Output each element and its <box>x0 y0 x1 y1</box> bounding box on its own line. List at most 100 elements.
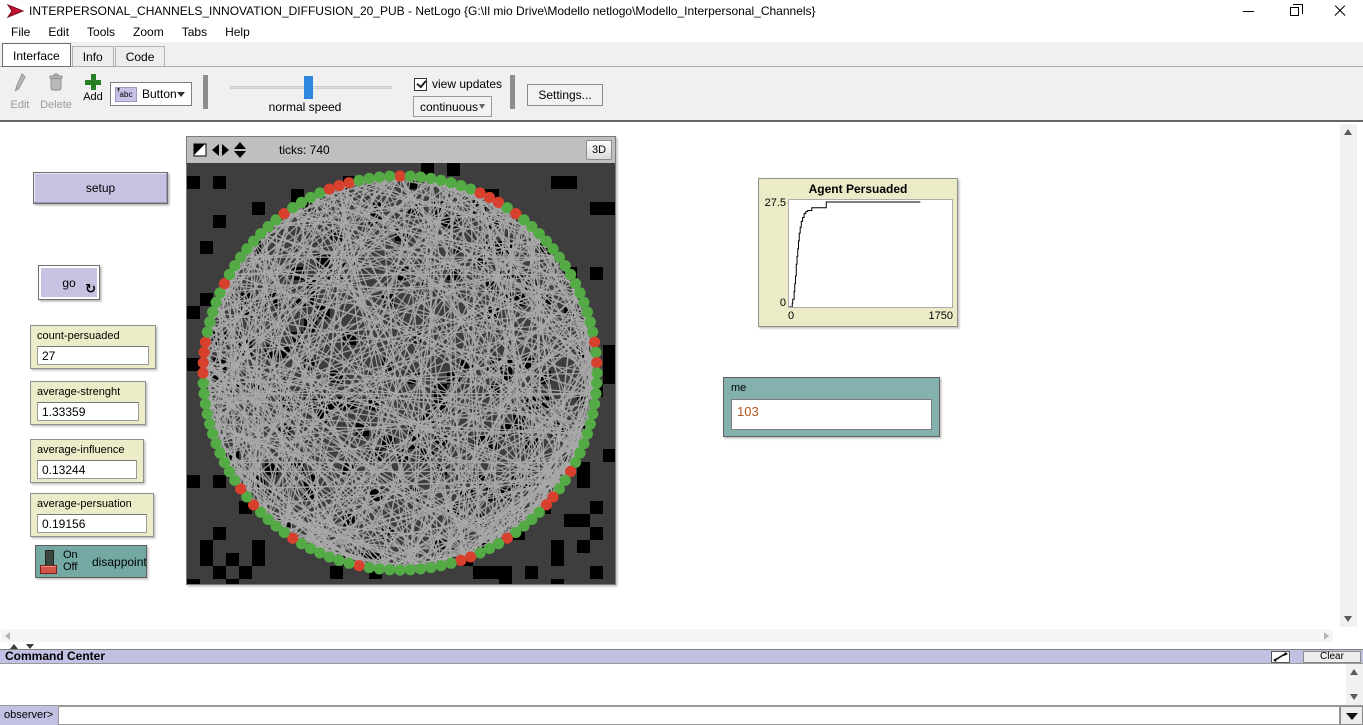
command-center-header: Command Center Clear <box>0 649 1363 664</box>
world-canvas[interactable] <box>187 163 615 584</box>
switch-on-label: On <box>63 549 78 561</box>
world-view-header: ticks: 740 3D <box>187 137 615 163</box>
forever-icon: ↻ <box>85 282 96 297</box>
switch-disappoint[interactable]: On Off disappoint <box>35 545 147 578</box>
scroll-left-icon[interactable] <box>5 632 10 640</box>
update-mode-value: continuous <box>420 100 478 114</box>
tab-code[interactable]: Code <box>115 46 166 66</box>
minimize-button[interactable] <box>1225 0 1271 22</box>
monitor-count-persuaded: count-persuaded 27 <box>30 325 156 369</box>
toolbar-separator <box>510 75 515 109</box>
scroll-down-icon[interactable] <box>1350 694 1358 700</box>
menu-edit[interactable]: Edit <box>39 23 78 41</box>
command-scrollbar[interactable] <box>1346 664 1363 705</box>
trash-icon <box>48 72 64 96</box>
plot-ymax-label: 27.5 <box>760 197 786 209</box>
monitor-label: average-strenght <box>37 386 145 398</box>
plot-ymin-label: 0 <box>760 297 786 309</box>
command-input[interactable] <box>59 706 1340 725</box>
plot-xmin-label: 0 <box>788 310 794 322</box>
edit-widget-button[interactable]: Edit <box>6 72 34 111</box>
plot-xmax-label: 1750 <box>899 310 953 322</box>
tab-bar: Interface Info Code <box>0 42 1363 67</box>
monitor-value: 0.13244 <box>37 460 137 479</box>
netlogo-window: INTERPERSONAL_CHANNELS_INNOVATION_DIFFUS… <box>0 0 1363 725</box>
close-icon <box>1334 5 1346 17</box>
resize-diagonal-icon[interactable] <box>193 143 207 157</box>
widget-type-value: Button <box>142 87 177 101</box>
scroll-right-icon[interactable] <box>1324 632 1329 640</box>
button-widget-icon: abc <box>115 87 137 102</box>
setup-button-label: setup <box>86 181 115 195</box>
interface-area: setup go ↻ count-persuaded 27 average-st… <box>0 122 1363 644</box>
input-label: me <box>731 382 939 394</box>
scroll-up-icon[interactable] <box>1350 669 1358 675</box>
view-3d-button[interactable]: 3D <box>586 140 612 160</box>
horizontal-scrollbar[interactable] <box>1 629 1333 642</box>
plot-agent-persuaded: Agent Persuaded 27.5 0 0 1750 <box>758 178 958 327</box>
command-center-title: Command Center <box>5 649 105 663</box>
add-widget-button[interactable]: Add <box>78 72 108 103</box>
plus-icon <box>85 74 101 90</box>
go-button-label: go <box>62 276 75 290</box>
delete-label: Delete <box>36 99 76 111</box>
tab-interface[interactable]: Interface <box>2 43 71 67</box>
delete-widget-button[interactable]: Delete <box>36 72 76 111</box>
go-button[interactable]: go ↻ <box>38 265 100 300</box>
ticks-counter: ticks: 740 <box>279 143 330 157</box>
observer-prompt: observer> <box>0 706 59 725</box>
window-title: INTERPERSONAL_CHANNELS_INNOVATION_DIFFUS… <box>29 4 1225 18</box>
plot-line-canvas <box>789 200 952 307</box>
command-center-output[interactable] <box>0 664 1363 706</box>
speed-slider-thumb[interactable] <box>304 76 313 99</box>
widget-type-selector[interactable]: abc Button <box>110 82 192 106</box>
input-me: me 103 <box>723 377 940 437</box>
restore-icon <box>1290 7 1299 16</box>
tab-info[interactable]: Info <box>72 46 114 66</box>
monitor-value: 1.33359 <box>37 402 139 421</box>
command-history-button[interactable] <box>1340 706 1363 725</box>
switch-name-label: disappoint <box>92 555 147 569</box>
titlebar: INTERPERSONAL_CHANNELS_INNOVATION_DIFFUS… <box>0 0 1363 22</box>
speed-label: normal speed <box>240 100 370 114</box>
plot-area <box>788 199 953 308</box>
settings-button[interactable]: Settings... <box>527 84 603 106</box>
world-view: ticks: 740 3D <box>186 136 616 585</box>
scroll-down-icon[interactable] <box>1344 616 1352 622</box>
clear-button[interactable]: Clear <box>1303 651 1361 663</box>
menu-tools[interactable]: Tools <box>78 23 124 41</box>
close-button[interactable] <box>1317 0 1363 22</box>
view-updates-label: view updates <box>432 77 502 91</box>
observer-row: observer> <box>0 706 1363 725</box>
setup-button[interactable]: setup <box>33 172 168 204</box>
view-updates-row: view updates <box>414 77 502 91</box>
switch-off-label: Off <box>63 561 77 573</box>
monitor-value: 0.19156 <box>37 514 147 533</box>
input-value-field[interactable]: 103 <box>731 399 932 430</box>
chevron-down-icon <box>177 92 185 97</box>
vertical-scrollbar[interactable] <box>1340 124 1357 627</box>
monitor-average-influence: average-influence 0.13244 <box>30 439 144 483</box>
monitor-average-strenght: average-strenght 1.33359 <box>30 381 146 425</box>
popout-icon[interactable] <box>1271 651 1290 663</box>
switch-thumb[interactable] <box>40 565 57 574</box>
monitor-label: count-persuaded <box>37 330 155 342</box>
view-updates-checkbox[interactable] <box>414 78 427 91</box>
menu-help[interactable]: Help <box>216 23 259 41</box>
update-mode-selector[interactable]: continuous <box>413 96 492 117</box>
resize-vertical-icon[interactable] <box>234 142 246 158</box>
monitor-average-persuation: average-persuation 0.19156 <box>30 493 154 537</box>
resize-horizontal-icon[interactable] <box>212 144 229 156</box>
chevron-down-icon <box>479 104 485 109</box>
scroll-up-icon[interactable] <box>1344 129 1352 135</box>
monitor-value: 27 <box>37 346 149 365</box>
toolbar-separator <box>203 75 208 109</box>
pencil-icon <box>14 72 27 96</box>
plot-title: Agent Persuaded <box>759 182 957 196</box>
menu-tabs[interactable]: Tabs <box>173 23 216 41</box>
restore-button[interactable] <box>1271 0 1317 22</box>
edit-label: Edit <box>6 99 34 111</box>
menubar: File Edit Tools Zoom Tabs Help <box>0 22 1363 42</box>
menu-zoom[interactable]: Zoom <box>124 23 173 41</box>
menu-file[interactable]: File <box>2 23 39 41</box>
